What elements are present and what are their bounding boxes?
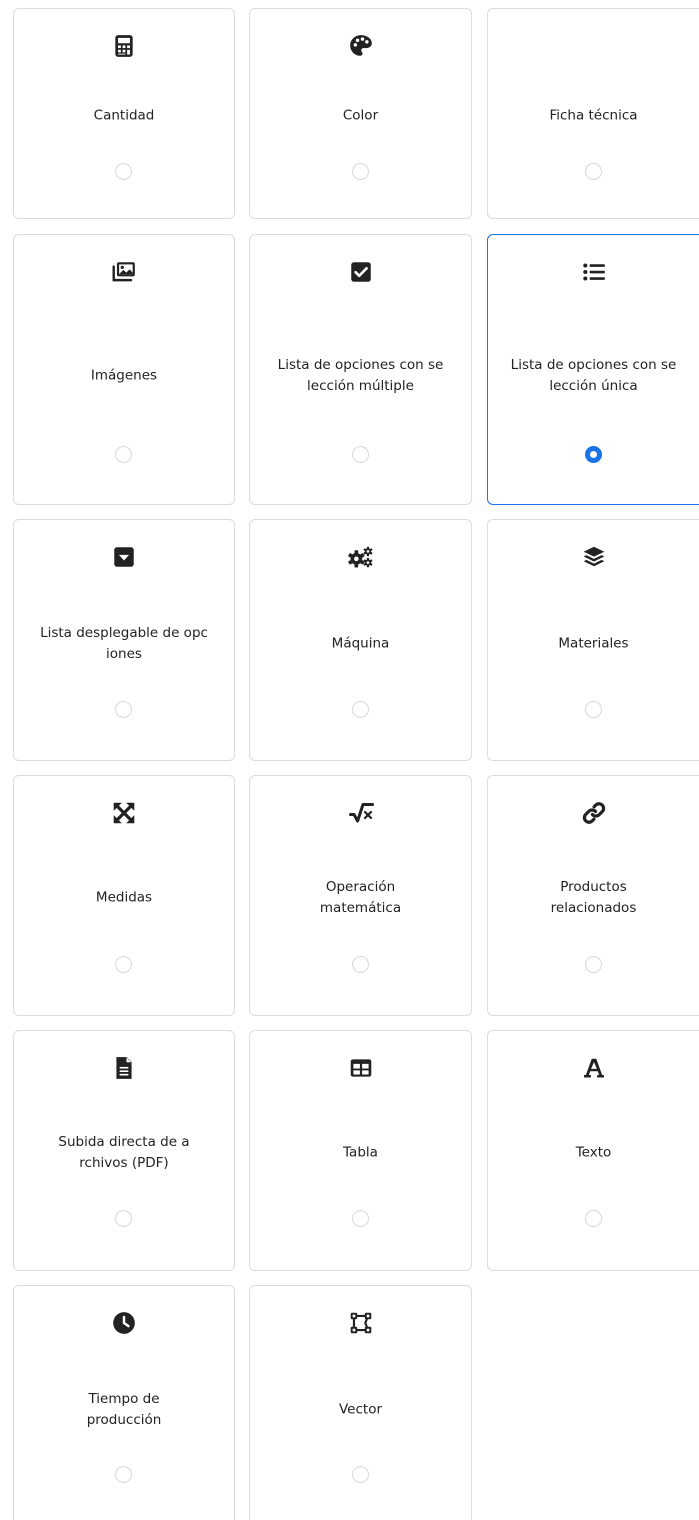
option-radio[interactable]	[115, 1466, 132, 1483]
option-label: Ficha técnica	[549, 107, 638, 124]
option-radio[interactable]	[351, 1210, 369, 1227]
option-label: Lista desplegable de opc iones	[40, 625, 208, 662]
option-label: Tiempo de producción	[86, 1391, 162, 1428]
option-label: Cantidad	[93, 107, 155, 124]
option-radio[interactable]	[115, 163, 132, 180]
option-card-tabla[interactable]: Tabla	[249, 1030, 472, 1271]
option-card-materiales[interactable]: Materiales	[487, 519, 699, 761]
option-card-lista-desplegable-de-opciones[interactable]: Lista desplegable de opc iones	[13, 519, 235, 761]
option-label: Materiales	[558, 635, 629, 652]
option-card-medidas[interactable]: Medidas	[13, 775, 235, 1016]
option-card-tiempo-de-produccion[interactable]: Tiempo de producción	[13, 1285, 235, 1520]
option-radio[interactable]	[584, 446, 602, 463]
square-check-icon	[348, 259, 374, 285]
layer-group-icon	[581, 544, 607, 570]
option-card-imagenes[interactable]: Imágenes	[13, 234, 235, 505]
cogs-icon	[347, 544, 374, 570]
clock-icon	[111, 1310, 137, 1336]
list-icon	[581, 259, 607, 285]
option-radio[interactable]	[115, 956, 132, 973]
table-icon	[348, 1055, 374, 1081]
file-icon	[111, 1055, 137, 1081]
option-label: Subida directa de a rchivos (PDF)	[58, 1134, 190, 1171]
option-card-cantidad[interactable]: Cantidad	[13, 8, 235, 219]
vector-square-icon	[348, 1310, 374, 1336]
option-radio[interactable]	[351, 1466, 369, 1483]
expand-arrows-icon	[111, 800, 137, 826]
calculator-icon	[111, 33, 137, 59]
option-radio[interactable]	[351, 956, 369, 973]
option-radio[interactable]	[115, 701, 132, 718]
option-card-lista-de-opciones-con-seleccion-unica[interactable]: Lista de opciones con se lección única	[487, 234, 699, 505]
option-label: Productos relacionados	[550, 879, 637, 916]
option-radio[interactable]	[115, 1210, 132, 1227]
option-label: Lista de opciones con se lección única	[510, 357, 677, 394]
palette-icon	[348, 33, 374, 59]
option-card-lista-de-opciones-con-seleccion-multiple[interactable]: Lista de opciones con se lección múltiple	[249, 234, 472, 505]
square-root-icon	[348, 800, 374, 826]
option-card-maquina[interactable]: Máquina	[249, 519, 472, 761]
option-radio[interactable]	[584, 163, 602, 180]
option-radio[interactable]	[351, 446, 369, 463]
caret-square-down-icon	[111, 544, 137, 570]
option-radio[interactable]	[584, 701, 602, 718]
option-label: Vector	[338, 1401, 383, 1418]
option-label: Lista de opciones con se lección múltiple	[277, 357, 444, 394]
option-card-operacion-matematica[interactable]: Operación matemática	[249, 775, 472, 1016]
option-label: Tabla	[343, 1144, 378, 1161]
option-radio[interactable]	[584, 956, 602, 973]
option-radio[interactable]	[351, 701, 369, 718]
option-radio[interactable]	[351, 163, 369, 180]
option-label: Color	[342, 107, 379, 124]
option-card-vector[interactable]: Vector	[249, 1285, 472, 1520]
option-radio[interactable]	[115, 446, 132, 463]
images-icon	[111, 259, 137, 285]
option-card-ficha-tecnica[interactable]: Ficha técnica	[487, 8, 699, 219]
option-card-texto[interactable]: Texto	[487, 1030, 699, 1271]
option-card-color[interactable]: Color	[249, 8, 472, 219]
option-card-productos-relacionados[interactable]: Productos relacionados	[487, 775, 699, 1016]
option-label: Operación matemática	[319, 879, 402, 916]
option-label: Imágenes	[90, 367, 158, 384]
font-icon	[581, 1055, 607, 1081]
link-icon	[581, 800, 607, 826]
option-radio[interactable]	[584, 1210, 602, 1227]
option-label: Medidas	[95, 889, 153, 906]
option-label: Máquina	[331, 635, 390, 652]
field-type-grid: Cantidad Color Ficha técnica Imágenes Lista …	[0, 0, 699, 1520]
option-card-subida-directa-de-archivos-pdf[interactable]: Subida directa de a rchivos (PDF)	[13, 1030, 235, 1271]
option-label: Texto	[575, 1144, 612, 1161]
